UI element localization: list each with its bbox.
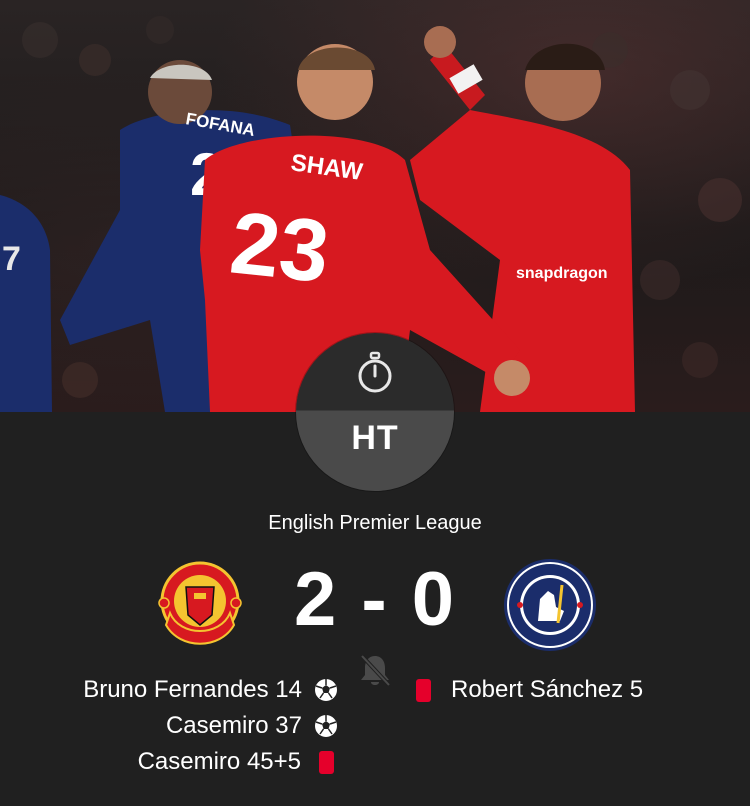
home-event-row: Casemiro 37 (166, 712, 338, 740)
home-event-text: Casemiro 45+5 (137, 748, 301, 775)
chelsea-crest-icon[interactable] (500, 555, 600, 655)
match-status-text: HT (351, 419, 399, 457)
red-card-icon (319, 750, 334, 774)
red-card-icon (416, 678, 431, 702)
home-event-text: Bruno Fernandes 14 (83, 676, 302, 703)
jersey-number: 23 (226, 192, 334, 301)
league-name[interactable]: English Premier League (0, 512, 750, 535)
football-icon (315, 679, 337, 701)
bell-muted-icon[interactable] (358, 652, 392, 688)
home-event-row: Bruno Fernandes 14 (83, 676, 338, 704)
home-event-text: Casemiro 37 (165, 712, 302, 739)
svg-text:7: 7 (2, 240, 21, 278)
match-score: 2 - 0 (293, 557, 457, 642)
football-icon (315, 715, 337, 737)
manchester-united-crest-icon[interactable] (150, 555, 250, 655)
away-event-row: Robert Sánchez 5 (416, 676, 643, 704)
stopwatch-icon (358, 351, 392, 393)
match-status-badge: HT (296, 333, 454, 491)
home-event-row: Casemiro 45+5 (138, 748, 338, 776)
away-event-text: Robert Sánchez 5 (451, 676, 644, 703)
svg-text:snapdragon: snapdragon (516, 265, 608, 282)
